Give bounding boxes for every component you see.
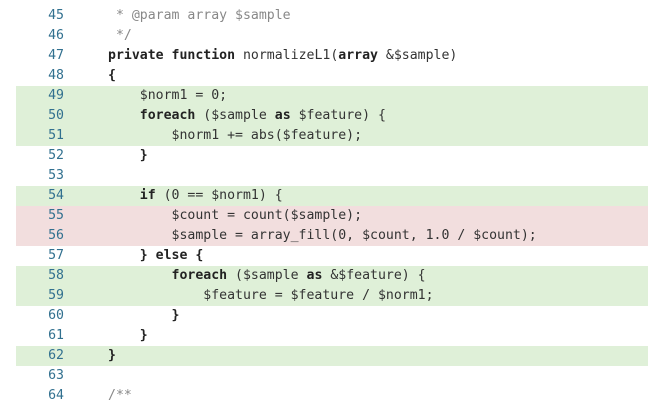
code-line-context: 64 /** bbox=[16, 386, 648, 401]
line-code: } bbox=[108, 146, 148, 166]
code-token: */ bbox=[108, 28, 132, 43]
code-token: /** bbox=[108, 388, 132, 401]
code-token: foreach bbox=[139, 108, 196, 123]
code-token: } bbox=[108, 348, 116, 363]
line-number[interactable]: 63 bbox=[16, 366, 64, 386]
line-code: { bbox=[108, 66, 116, 86]
code-token: } bbox=[139, 328, 148, 343]
code-line-context: 61 } bbox=[16, 326, 648, 346]
line-number[interactable]: 58 bbox=[16, 266, 64, 286]
code-line-context: 48 { bbox=[16, 66, 648, 86]
line-code: * @param array $sample bbox=[108, 6, 291, 26]
code-line-context: 46 */ bbox=[16, 26, 648, 46]
code-line-context: 60 } bbox=[16, 306, 648, 326]
code-line-context: 57 } else { bbox=[16, 246, 648, 266]
code-token: foreach bbox=[171, 268, 228, 283]
line-number[interactable]: 48 bbox=[16, 66, 64, 86]
line-code: } else { bbox=[108, 246, 204, 266]
code-token: { bbox=[108, 68, 116, 83]
line-code: } bbox=[108, 306, 180, 326]
code-token: $norm1 = 0; bbox=[108, 88, 228, 103]
code-line-context: 45 * @param array $sample bbox=[16, 6, 648, 26]
line-code: */ bbox=[108, 26, 132, 46]
line-code: /** bbox=[108, 386, 132, 401]
code-token: ($sample bbox=[227, 268, 307, 283]
line-number[interactable]: 61 bbox=[16, 326, 64, 346]
code-token: $norm1 += abs($feature); bbox=[108, 128, 363, 143]
line-code: } bbox=[108, 326, 148, 346]
line-number[interactable]: 62 bbox=[16, 346, 64, 366]
line-code: $count = count($sample); bbox=[108, 206, 363, 226]
code-token: ($sample bbox=[195, 108, 275, 123]
line-code: private function normalizeL1(array &$sam… bbox=[108, 46, 457, 66]
code-token: $feature) { bbox=[290, 108, 386, 123]
code-diff-view: 45 * @param array $sample 46 */47 private … bbox=[0, 0, 648, 401]
code-token: } bbox=[171, 308, 180, 323]
code-token: &$sample) bbox=[377, 48, 458, 63]
code-line-added: 58 foreach ($sample as &$feature) { bbox=[16, 266, 648, 286]
line-number[interactable]: 56 bbox=[16, 226, 64, 246]
code-line-added: 51 $norm1 += abs($feature); bbox=[16, 126, 648, 146]
code-token: &$feature) { bbox=[322, 268, 426, 283]
line-code: if (0 == $norm1) { bbox=[108, 186, 283, 206]
code-token: } else { bbox=[139, 248, 204, 263]
code-token: normalizeL1( bbox=[235, 48, 339, 63]
code-token: $count = count($sample); bbox=[108, 208, 363, 223]
line-number[interactable]: 59 bbox=[16, 286, 64, 306]
line-number[interactable]: 64 bbox=[16, 386, 64, 401]
code-token: * @param array $sample bbox=[108, 8, 291, 23]
line-code: $feature = $feature / $norm1; bbox=[108, 286, 434, 306]
line-number[interactable]: 54 bbox=[16, 186, 64, 206]
line-number[interactable]: 47 bbox=[16, 46, 64, 66]
line-code: $norm1 = 0; bbox=[108, 86, 227, 106]
code-token: as bbox=[306, 268, 323, 283]
code-line-context: 47 private function normalizeL1(array &$s… bbox=[16, 46, 648, 66]
line-code: foreach ($sample as &$feature) { bbox=[108, 266, 426, 286]
line-code: $norm1 += abs($feature); bbox=[108, 126, 363, 146]
line-number[interactable]: 55 bbox=[16, 206, 64, 226]
code-line-added: 50 foreach ($sample as $feature) { bbox=[16, 106, 648, 126]
code-line-added: 59 $feature = $feature / $norm1; bbox=[16, 286, 648, 306]
line-number[interactable]: 51 bbox=[16, 126, 64, 146]
line-code: } bbox=[108, 346, 116, 366]
code-line-context: 53 bbox=[16, 166, 648, 186]
code-line-added: 62} bbox=[16, 346, 648, 366]
line-number[interactable]: 50 bbox=[16, 106, 64, 126]
code-token: if bbox=[139, 188, 156, 203]
code-token: array bbox=[338, 48, 378, 63]
line-code: foreach ($sample as $feature) { bbox=[108, 106, 386, 126]
code-token: } bbox=[139, 148, 148, 163]
code-line-context: 63 bbox=[16, 366, 648, 386]
code-line-removed: 55 $count = count($sample); bbox=[16, 206, 648, 226]
code-line-removed: 56 $sample = array_fill(0, $count, 1.0 /… bbox=[16, 226, 648, 246]
line-number[interactable]: 49 bbox=[16, 86, 64, 106]
line-code: $sample = array_fill(0, $count, 1.0 / $c… bbox=[108, 226, 537, 246]
line-number[interactable]: 57 bbox=[16, 246, 64, 266]
code-line-added: 54 if (0 == $norm1) { bbox=[16, 186, 648, 206]
code-token: as bbox=[274, 108, 291, 123]
line-number[interactable]: 46 bbox=[16, 26, 64, 46]
code-token: (0 == $norm1) { bbox=[155, 188, 283, 203]
code-token: private function bbox=[108, 48, 236, 63]
code-token: $sample = array_fill(0, $count, 1.0 / $c… bbox=[108, 228, 537, 243]
code-line-added: 49 $norm1 = 0; bbox=[16, 86, 648, 106]
line-number[interactable]: 45 bbox=[16, 6, 64, 26]
line-number[interactable]: 60 bbox=[16, 306, 64, 326]
code-token: $feature = $feature / $norm1; bbox=[108, 288, 434, 303]
line-number[interactable]: 52 bbox=[16, 146, 64, 166]
code-line-context: 52 } bbox=[16, 146, 648, 166]
line-number[interactable]: 53 bbox=[16, 166, 64, 186]
